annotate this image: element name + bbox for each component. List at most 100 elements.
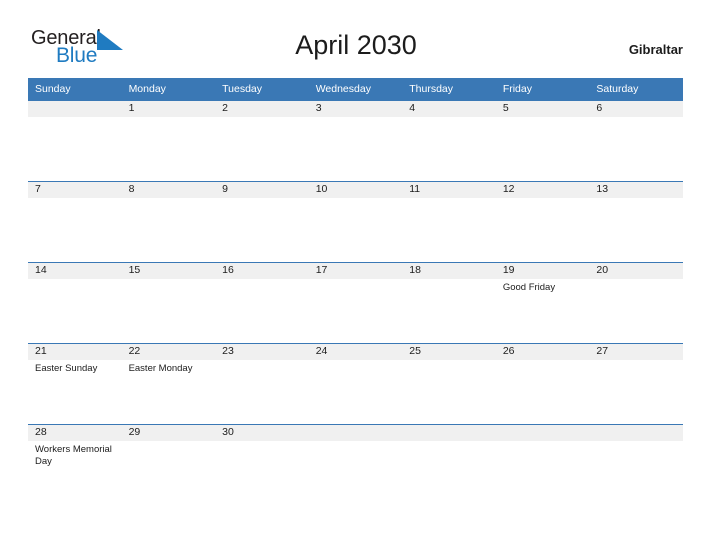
- day-number: 29: [121, 425, 216, 441]
- day-number: 3: [308, 101, 403, 117]
- day-cell-inner: 6: [589, 101, 683, 181]
- calendar-day-cell[interactable]: 6: [589, 100, 683, 182]
- day-cell-inner: 5: [495, 101, 590, 181]
- holiday-event-label: Easter Monday: [128, 363, 193, 374]
- day-cell-inner: [402, 425, 496, 506]
- day-cell-inner: 22 Easter Monday: [121, 344, 216, 424]
- day-cell-inner: 19 Good Friday: [495, 263, 590, 343]
- day-cell-inner: 17: [308, 263, 403, 343]
- calendar-day-cell[interactable]: 25: [402, 343, 496, 425]
- day-cell-inner: 23: [215, 344, 309, 424]
- calendar-grid: Sunday Monday Tuesday Wednesday Thursday Frid…: [28, 78, 683, 506]
- holiday-event-label: Good Friday: [502, 282, 556, 293]
- day-cell-inner: 18: [402, 263, 496, 343]
- day-number: 26: [495, 344, 590, 360]
- day-number: 8: [121, 182, 216, 198]
- day-number: 10: [308, 182, 403, 198]
- day-cell-inner: [589, 425, 683, 506]
- day-cell-inner: 2: [215, 101, 309, 181]
- location-label: Gibraltar: [628, 42, 683, 57]
- day-number: 6: [589, 101, 683, 117]
- calendar-day-cell[interactable]: 26: [495, 343, 590, 425]
- day-number: 5: [495, 101, 590, 117]
- calendar-day-cell[interactable]: 29: [121, 424, 216, 506]
- calendar-empty-cell: [308, 424, 403, 506]
- calendar-day-cell[interactable]: 13: [589, 181, 683, 263]
- calendar-day-cell[interactable]: 17: [308, 262, 403, 344]
- day-number: 30: [215, 425, 309, 441]
- calendar-page: General Blue April 2030 Gibraltar Sunday…: [0, 0, 712, 550]
- calendar-day-cell[interactable]: 16: [215, 262, 309, 344]
- calendar-day-cell[interactable]: 8: [121, 181, 216, 263]
- day-events: Easter Sunday: [28, 360, 122, 375]
- day-number: 12: [495, 182, 590, 198]
- calendar-day-cell[interactable]: 5: [495, 100, 590, 182]
- day-cell-inner: [28, 101, 122, 181]
- calendar-day-cell[interactable]: 21 Easter Sunday: [28, 343, 122, 425]
- calendar-day-cell[interactable]: 23: [215, 343, 309, 425]
- calendar-day-cell[interactable]: 11: [402, 181, 496, 263]
- calendar-day-cell[interactable]: 7: [28, 181, 122, 263]
- day-events: Workers Memorial Day: [28, 441, 122, 467]
- calendar-day-cell[interactable]: 12: [495, 181, 590, 263]
- day-cell-inner: 12: [495, 182, 590, 262]
- day-cell-inner: 13: [589, 182, 683, 262]
- calendar-body: 1 2 3 4 5 6 7 8 9 10 11 12 13 14 15 16 17 18 19 Good Friday…: [28, 100, 683, 506]
- day-cell-inner: 27: [589, 344, 683, 424]
- day-cell-inner: 21 Easter Sunday: [28, 344, 122, 424]
- calendar-day-cell[interactable]: 19 Good Friday: [495, 262, 590, 344]
- calendar-day-cell[interactable]: 30: [215, 424, 309, 506]
- calendar-week-row: 14 15 16 17 18 19 Good Friday 20: [28, 262, 683, 344]
- day-cell-inner: 14: [28, 263, 122, 343]
- day-cell-inner: 10: [308, 182, 403, 262]
- day-number: 13: [589, 182, 683, 198]
- calendar-day-cell[interactable]: 9: [215, 181, 309, 263]
- calendar-day-cell[interactable]: 15: [121, 262, 216, 344]
- calendar-day-cell[interactable]: 4: [402, 100, 496, 182]
- calendar-week-row: 21 Easter Sunday 22 Easter Monday 23 24 25 26 27: [28, 343, 683, 425]
- day-cell-inner: 4: [402, 101, 496, 181]
- day-cell-inner: 16: [215, 263, 309, 343]
- day-number: [495, 425, 590, 441]
- day-number: 16: [215, 263, 309, 279]
- calendar-day-cell[interactable]: 27: [589, 343, 683, 425]
- day-number: 21: [28, 344, 122, 360]
- day-number: 27: [589, 344, 683, 360]
- calendar-day-cell[interactable]: 28 Workers Memorial Day: [28, 424, 122, 506]
- day-number: 15: [121, 263, 216, 279]
- calendar-header-row: Sunday Monday Tuesday Wednesday Thursday Frid…: [28, 78, 683, 101]
- weekday-header-friday: Friday: [495, 78, 590, 101]
- day-cell-inner: 20: [589, 263, 683, 343]
- calendar-day-cell[interactable]: 2: [215, 100, 309, 182]
- day-events: Good Friday: [496, 279, 590, 294]
- day-cell-inner: [495, 425, 590, 506]
- day-number: 22: [121, 344, 216, 360]
- day-cell-inner: 1: [121, 101, 216, 181]
- day-number: 4: [402, 101, 496, 117]
- calendar-day-cell[interactable]: 10: [308, 181, 403, 263]
- day-number: 7: [28, 182, 122, 198]
- day-cell-inner: 9: [215, 182, 309, 262]
- holiday-event-label: Easter Sunday: [35, 363, 98, 374]
- calendar-day-cell[interactable]: 1: [121, 100, 216, 182]
- calendar-day-cell[interactable]: 20: [589, 262, 683, 344]
- calendar-day-cell[interactable]: 24: [308, 343, 403, 425]
- day-cell-inner: [308, 425, 403, 506]
- day-cell-inner: 25: [402, 344, 496, 424]
- day-cell-inner: 7: [28, 182, 122, 262]
- calendar-day-cell[interactable]: 22 Easter Monday: [121, 343, 216, 425]
- calendar-day-cell[interactable]: 18: [402, 262, 496, 344]
- day-cell-inner: 26: [495, 344, 590, 424]
- day-number: 11: [402, 182, 496, 198]
- calendar-day-cell[interactable]: 3: [308, 100, 403, 182]
- day-number: 23: [215, 344, 309, 360]
- day-events: Easter Monday: [122, 360, 216, 375]
- day-number: 14: [28, 263, 122, 279]
- day-cell-inner: 15: [121, 263, 216, 343]
- calendar-empty-cell: [589, 424, 683, 506]
- page-title: April 2030: [295, 30, 417, 60]
- day-number: [308, 425, 403, 441]
- calendar-day-cell[interactable]: 14: [28, 262, 122, 344]
- day-number: 19: [495, 263, 590, 279]
- weekday-header-saturday: Saturday: [589, 78, 683, 101]
